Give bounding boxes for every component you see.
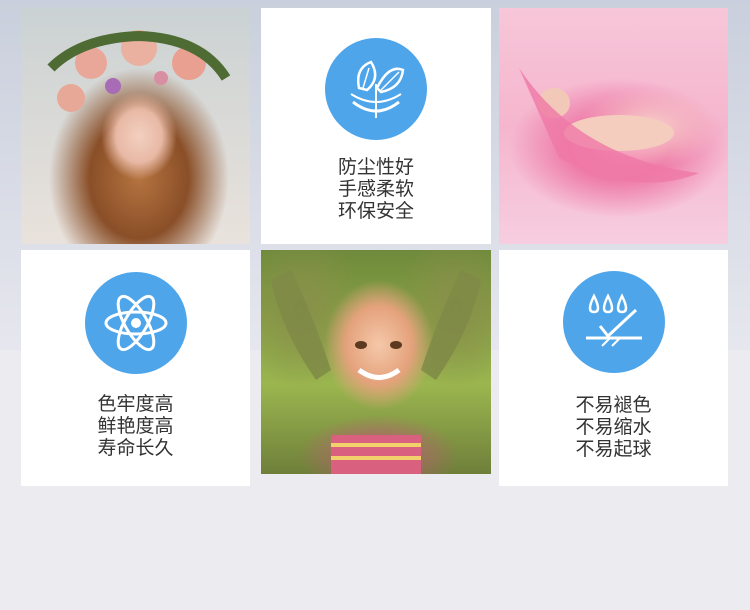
atom-icon bbox=[84, 272, 187, 374]
feature-line: 寿命长久 bbox=[97, 437, 174, 459]
feature-text-dust: 防尘性好 手感柔软 环保安全 bbox=[261, 156, 491, 222]
feature-card-dust: 防尘性好 手感柔软 环保安全 bbox=[261, 8, 491, 244]
water-drops-icon bbox=[562, 271, 665, 373]
child-illustration bbox=[271, 270, 481, 474]
feature-text-water: 不易褪色 不易缩水 不易起球 bbox=[499, 394, 728, 460]
feature-line: 鲜艳度高 bbox=[97, 415, 174, 437]
feature-line: 环保安全 bbox=[337, 200, 414, 222]
woman-flower-crown-photo bbox=[21, 8, 250, 244]
feature-line: 色牢度高 bbox=[97, 393, 174, 415]
baby-illustration bbox=[519, 68, 699, 183]
feature-card-water: 不易褪色 不易缩水 不易起球 bbox=[499, 250, 728, 486]
leaf-globe-icon bbox=[325, 38, 427, 140]
feature-text-color: 色牢度高 鲜艳度高 寿命长久 bbox=[21, 393, 250, 459]
flower-crown-illustration bbox=[47, 30, 231, 112]
feature-line: 不易起球 bbox=[575, 438, 652, 460]
feature-card-color: 色牢度高 鲜艳度高 寿命长久 bbox=[21, 250, 250, 486]
feature-line: 不易褪色 bbox=[575, 394, 652, 416]
baby-on-petal-photo bbox=[499, 8, 728, 244]
feature-line: 手感柔软 bbox=[337, 178, 414, 200]
feature-line: 不易缩水 bbox=[575, 416, 652, 438]
feature-line: 防尘性好 bbox=[337, 156, 414, 178]
child-smiling-photo bbox=[261, 250, 491, 474]
